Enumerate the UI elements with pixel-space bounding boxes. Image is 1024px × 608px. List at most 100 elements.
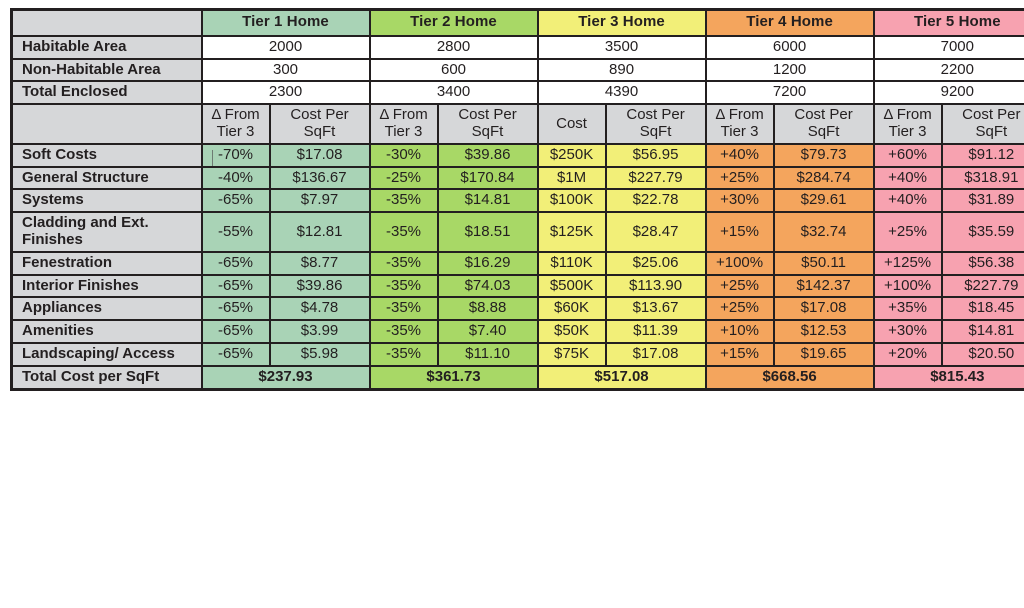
cost-cell: -35% bbox=[368, 319, 439, 344]
cost-cell: $19.65 bbox=[772, 341, 875, 367]
cost-cell: $125K bbox=[536, 211, 607, 253]
cost-cell: $318.91 bbox=[940, 165, 1024, 191]
cost-cell: $227.79 bbox=[604, 165, 707, 191]
sub-header-line2: Tier 3 bbox=[888, 122, 927, 140]
cost-row: Soft Costs -70% $17.08 -30% $39.86 $250K $56.9… bbox=[10, 142, 1024, 168]
area-value-cell: 7200 bbox=[704, 80, 875, 106]
sub-header-line2: Tier 3 bbox=[216, 122, 255, 140]
sub-header-cell: Cost Per SqFt bbox=[436, 103, 539, 145]
tier-header-row: Tier 1 Home Tier 2 Home Tier 3 Home Tier 4 … bbox=[10, 8, 1024, 37]
cost-cell: $100K bbox=[536, 188, 607, 214]
cost-cell: $227.79 bbox=[940, 273, 1024, 299]
sub-header-line1: Cost bbox=[556, 114, 587, 132]
cost-cell: $31.89 bbox=[940, 188, 1024, 214]
cost-cell: $5.98 bbox=[268, 341, 371, 367]
cost-cell: $250K bbox=[536, 142, 607, 168]
cost-cell: +15% bbox=[704, 211, 775, 253]
cost-row-label: General Structure bbox=[10, 165, 203, 191]
cost-row: Systems -65% $7.97 -35% $14.81 $100K $22.78 +30… bbox=[10, 188, 1024, 214]
cost-cell: $7.40 bbox=[436, 319, 539, 344]
cost-row: Amenities -65% $3.99 -35% $7.40 $50K $11.39 +10… bbox=[10, 319, 1024, 344]
cost-cell: -35% bbox=[368, 273, 439, 299]
cost-cell: $110K bbox=[536, 250, 607, 276]
cost-cell: $79.73 bbox=[772, 142, 875, 168]
cost-cell: -70% bbox=[200, 142, 271, 168]
sub-header-line1: Δ From bbox=[883, 106, 932, 124]
cost-row: General Structure -40% $136.67 -25% $170.84 $… bbox=[10, 165, 1024, 191]
cost-cell: -35% bbox=[368, 250, 439, 276]
sub-header-line1: Δ From bbox=[379, 106, 428, 124]
total-row-label: Total Cost per SqFt bbox=[10, 364, 203, 391]
cost-cell: +30% bbox=[704, 188, 775, 214]
area-value-cell: 2000 bbox=[200, 34, 371, 60]
cost-cell: +25% bbox=[704, 165, 775, 191]
cost-cell: $7.97 bbox=[268, 188, 371, 214]
cost-cell: +30% bbox=[872, 319, 943, 344]
sub-header-line2: SqFt bbox=[471, 122, 504, 140]
total-value-cell: $517.08 bbox=[536, 364, 707, 391]
cost-cell: $284.74 bbox=[772, 165, 875, 191]
cost-row-label: Interior Finishes bbox=[10, 273, 203, 299]
area-value-cell: 2300 bbox=[200, 80, 371, 106]
sub-header-line1: Δ From bbox=[715, 106, 764, 124]
sub-header-line1: Cost Per bbox=[458, 106, 517, 124]
cost-cell: -55% bbox=[200, 211, 271, 253]
area-row: Habitable Area 2000 2800 3500 6000 7000 bbox=[10, 34, 1024, 60]
area-value-cell: 6000 bbox=[704, 34, 875, 60]
cost-cell: -65% bbox=[200, 188, 271, 214]
cost-row: Interior Finishes -65% $39.86 -35% $74.03 $50… bbox=[10, 273, 1024, 299]
sub-header-cell: Cost Per SqFt bbox=[772, 103, 875, 145]
cost-cell: $17.08 bbox=[268, 142, 371, 168]
cost-cell: -35% bbox=[368, 296, 439, 322]
cost-cell: -40% bbox=[200, 165, 271, 191]
cost-cell: $29.61 bbox=[772, 188, 875, 214]
sub-header-cell: Cost Per SqFt bbox=[268, 103, 371, 145]
cost-cell: +40% bbox=[704, 142, 775, 168]
sub-header-line2: SqFt bbox=[639, 122, 672, 140]
area-value-cell: 2200 bbox=[872, 57, 1024, 83]
cost-cell: +35% bbox=[872, 296, 943, 322]
area-value-cell: 3400 bbox=[368, 80, 539, 106]
area-value-cell: 300 bbox=[200, 57, 371, 83]
sub-header-row: Δ From Tier 3 Cost Per SqFt Δ From Tier 3 Cost… bbox=[10, 103, 1024, 145]
cost-cell: $18.51 bbox=[436, 211, 539, 253]
sub-header-cell: Δ From Tier 3 bbox=[704, 103, 775, 145]
cost-cell: -25% bbox=[368, 165, 439, 191]
cost-cell: $3.99 bbox=[268, 319, 371, 344]
sub-header-line2: SqFt bbox=[303, 122, 336, 140]
area-row: Total Enclosed 2300 3400 4390 7200 9200 bbox=[10, 80, 1024, 106]
sub-header-line1: Cost Per bbox=[962, 106, 1021, 124]
area-row-label: Non-Habitable Area bbox=[10, 57, 203, 83]
cost-cell: $25.06 bbox=[604, 250, 707, 276]
cost-cell: +100% bbox=[872, 273, 943, 299]
sub-header-line2: Tier 3 bbox=[384, 122, 423, 140]
cost-cell: +25% bbox=[704, 273, 775, 299]
cost-cell: $500K bbox=[536, 273, 607, 299]
cost-cell: -35% bbox=[368, 341, 439, 367]
total-value-cell: $237.93 bbox=[200, 364, 371, 391]
cost-cell: $20.50 bbox=[940, 341, 1024, 367]
cost-row-label: Amenities bbox=[10, 319, 203, 344]
area-value-cell: 600 bbox=[368, 57, 539, 83]
cost-cell: +15% bbox=[704, 341, 775, 367]
cost-cell: -30% bbox=[368, 142, 439, 168]
cost-cell: $142.37 bbox=[772, 273, 875, 299]
cost-row: Fenestration -65% $8.77 -35% $16.29 $110K $25.… bbox=[10, 250, 1024, 276]
sub-header-line1: Cost Per bbox=[794, 106, 853, 124]
sub-header-line2: SqFt bbox=[807, 122, 840, 140]
cost-cell: -35% bbox=[368, 211, 439, 253]
sub-header-line1: Cost Per bbox=[290, 106, 349, 124]
tier-header-2: Tier 2 Home bbox=[368, 8, 539, 37]
cost-cell: $28.47 bbox=[604, 211, 707, 253]
tier-header-4: Tier 4 Home bbox=[704, 8, 875, 37]
cost-cell: $14.81 bbox=[940, 319, 1024, 344]
area-value-cell: 1200 bbox=[704, 57, 875, 83]
cost-cell: $91.12 bbox=[940, 142, 1024, 168]
cost-row-label: Cladding and Ext. Finishes bbox=[10, 211, 203, 253]
cost-cell: -65% bbox=[200, 341, 271, 367]
cost-cell: $16.29 bbox=[436, 250, 539, 276]
cost-row-label: Appliances bbox=[10, 296, 203, 322]
tier-header-1: Tier 1 Home bbox=[200, 8, 371, 37]
cost-cell: $12.53 bbox=[772, 319, 875, 344]
area-value-cell: 4390 bbox=[536, 80, 707, 106]
